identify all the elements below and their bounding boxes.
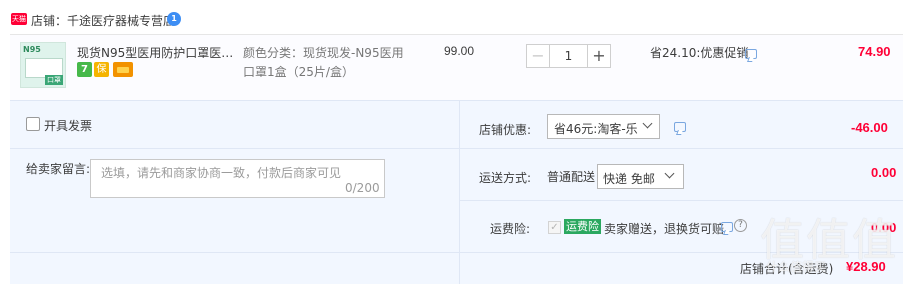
help-icon[interactable]: ? xyxy=(734,219,747,232)
tmall-badge-icon: 天猫 xyxy=(11,13,27,25)
shop-coupon-amount: -46.00 xyxy=(851,120,888,135)
shop-coupon-label: 店铺优惠: xyxy=(479,123,532,137)
seven-day-return-icon[interactable]: 7 xyxy=(77,62,92,77)
invoice-label[interactable]: 开具发票 xyxy=(44,117,92,134)
shop-coupon-value[interactable]: 省46元:淘客-乐 xyxy=(554,120,638,137)
shipping-method-label: 运送方式: xyxy=(479,171,532,185)
shipping-insurance-label: 运费险: xyxy=(490,222,531,236)
shipping-mode: 普通配送 xyxy=(547,170,596,184)
shipping-select-value[interactable]: 快递 免邮 xyxy=(603,170,655,187)
thumbnail-label: N95 xyxy=(23,45,41,54)
watermark-caption: 什么值得买 xyxy=(766,260,827,274)
quantity-input[interactable]: 1 xyxy=(550,44,587,68)
shop-name-link[interactable]: 店铺：千途医疗器械专营店 xyxy=(31,12,175,29)
shipping-amount: 0.00 xyxy=(871,165,897,180)
seller-message-placeholder: 选填，请先和商家协商一致，付款后商家可见 xyxy=(101,166,342,180)
shipping-insurance-checkbox: ✓ xyxy=(548,221,561,234)
wangwang-chat-icon[interactable]: 1 xyxy=(167,12,181,26)
panel-divider xyxy=(459,101,460,284)
unit-price: 99.00 xyxy=(444,44,475,58)
shipping-insurance-tag: 运费险 xyxy=(564,219,601,234)
item-subtotal: 74.90 xyxy=(858,44,891,59)
thumbnail-tag: 口罩 xyxy=(45,75,63,85)
consumer-guarantee-icon[interactable]: 保 xyxy=(94,62,109,77)
shipping-insurance-text: 卖家赠送，退换货可赔 xyxy=(604,222,725,236)
row-divider xyxy=(460,148,903,149)
seller-message-label: 给卖家留言: xyxy=(26,162,91,176)
promotion-comment-icon[interactable] xyxy=(745,49,757,59)
credit-card-icon[interactable] xyxy=(113,62,133,77)
row-divider xyxy=(10,148,459,149)
seller-message-counter: 0/200 xyxy=(345,181,380,195)
quantity-decrease-button[interactable]: − xyxy=(526,44,550,68)
quantity-increase-button[interactable]: + xyxy=(587,44,611,68)
insurance-comment-icon[interactable] xyxy=(721,222,733,232)
promotion-text: 省24.10:优惠促销 xyxy=(650,46,749,60)
product-title-link[interactable]: 现货N95型医用防护口罩医疗级一次性医用n95口罩 xyxy=(77,44,245,61)
sku-description: 颜色分类：现货现发-N95医用口罩1盒（25片/盒） xyxy=(243,46,404,79)
row-divider xyxy=(460,200,903,201)
invoice-checkbox[interactable] xyxy=(26,117,40,131)
coupon-comment-icon[interactable] xyxy=(674,122,686,132)
product-thumbnail[interactable]: N95 口罩 xyxy=(20,42,66,88)
